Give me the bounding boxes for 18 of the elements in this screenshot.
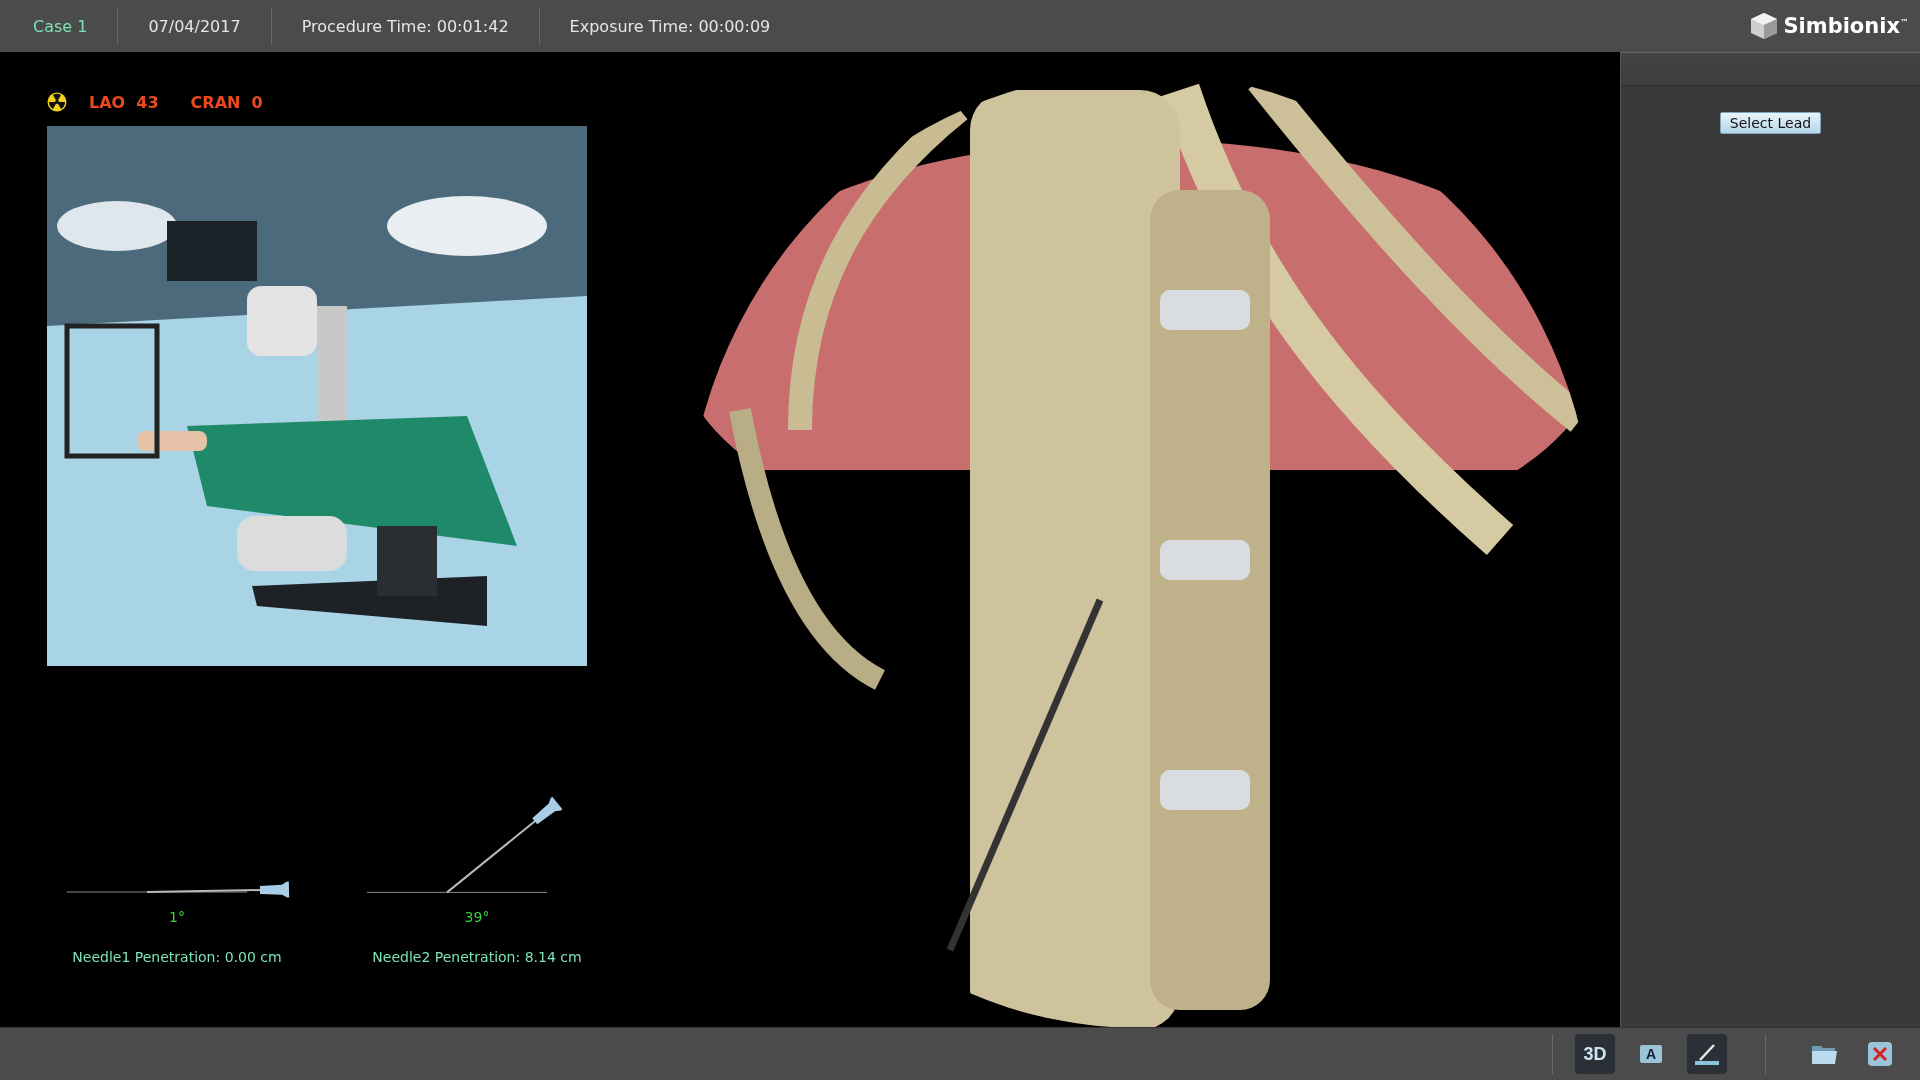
3d-view-button[interactable]: 3D [1575,1034,1615,1074]
select-lead-button[interactable]: Select Lead [1719,112,1822,134]
case-label: Case 1 [33,16,88,36]
close-icon [1865,1039,1895,1069]
needle-angle: 1° [169,909,185,925]
c-arm-angle: CRAN 0 [190,92,263,112]
case-date: 07/04/2017 [148,16,241,36]
radiation-icon [47,92,67,112]
brand-logo: Simbionix$^{™}$ [1783,14,1908,38]
needle-angle: 39° [464,909,490,925]
cube-logo-icon [1749,11,1780,41]
procedure-time: Procedure Time: 00:01:42 [301,16,509,36]
annotate-button[interactable]: A [1631,1034,1671,1074]
needle-penetration: Needle2 Penetration: 8.14 cm [372,949,582,965]
c-arm-angle: LAO 43 [89,92,159,112]
needle-tool-button[interactable] [1687,1034,1727,1074]
needle-penetration: Needle1 Penetration: 0.00 cm [72,949,282,965]
exposure-time: Exposure Time: 00:00:09 [569,16,771,36]
